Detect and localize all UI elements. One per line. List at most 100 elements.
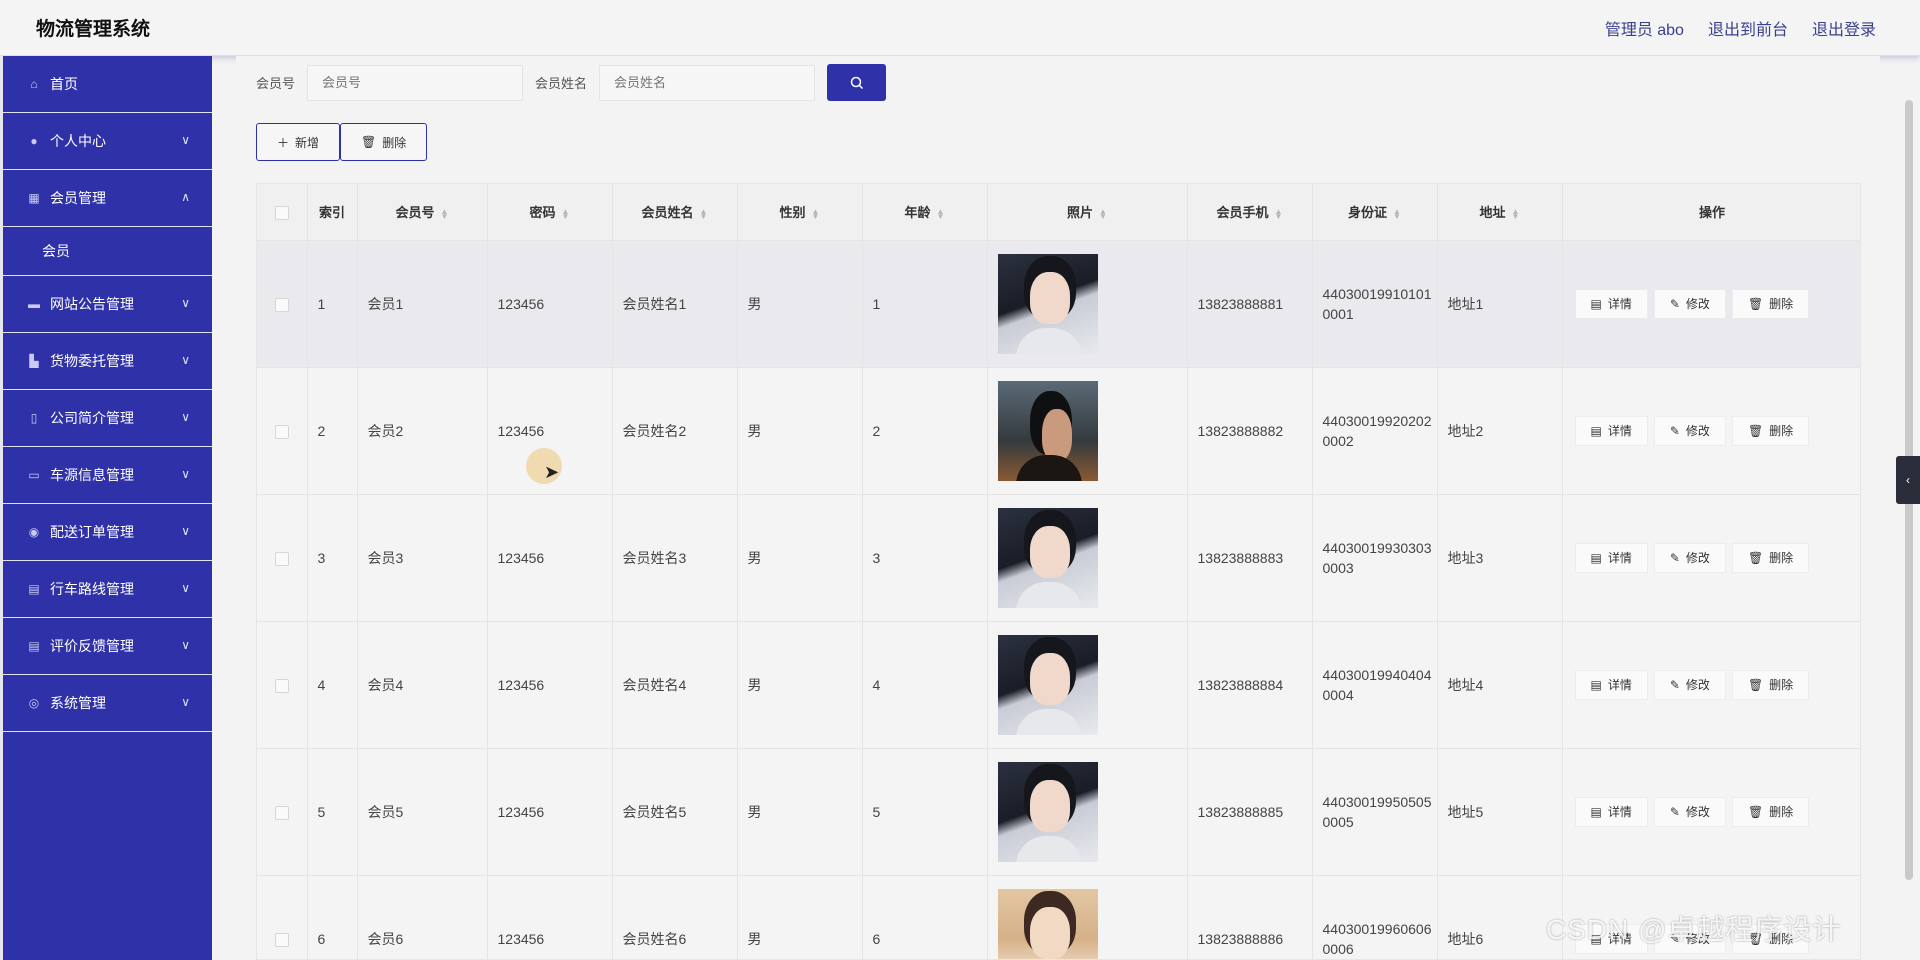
row-delete-button[interactable]: 🗑 删除	[1731, 669, 1810, 700]
row-checkbox[interactable]	[274, 932, 289, 947]
cell-member-name: 会员姓名3	[612, 494, 738, 622]
cell-member-name: 会员姓名2	[612, 367, 738, 495]
select-all-checkbox[interactable]	[274, 205, 289, 220]
sidebar-item-announcement[interactable]: ▬ 网站公告管理 ∨	[0, 276, 212, 333]
member-photo[interactable]	[997, 507, 1098, 608]
member-photo[interactable]	[997, 888, 1098, 959]
current-user-label[interactable]: 管理员 abo	[1605, 16, 1684, 40]
sidebar-item-system[interactable]: ◎ 系统管理 ∨	[0, 675, 212, 732]
cell-age: 6	[862, 875, 988, 959]
sort-icon[interactable]: ▲ ▼	[1512, 207, 1520, 220]
sort-icon[interactable]: ▲ ▼	[1393, 207, 1401, 220]
edit-button[interactable]: ✎ 修改	[1653, 542, 1726, 573]
edit-button[interactable]: ✎ 修改	[1653, 415, 1726, 446]
cell-id-card: 440300199202020002	[1312, 367, 1438, 495]
row-delete-button[interactable]: 🗑 删除	[1731, 415, 1810, 446]
edit-icon: ✎	[1669, 677, 1680, 692]
column-header-photo[interactable]: 照片 ▲ ▼	[987, 184, 1188, 241]
cell-age: 2	[862, 367, 988, 495]
row-delete-button[interactable]: 🗑 删除	[1731, 288, 1810, 319]
row-delete-button[interactable]: 🗑 删除	[1731, 796, 1810, 827]
add-button[interactable]: ＋ 新增	[256, 123, 341, 161]
document-icon: ▤	[1590, 804, 1602, 819]
sidebar-item-vehicle[interactable]: ▭ 车源信息管理 ∨	[0, 447, 212, 504]
edit-icon: ✎	[1669, 804, 1680, 819]
cell-gender: 男	[737, 494, 863, 622]
delete-button[interactable]: 🗑 删除	[340, 123, 428, 161]
edit-button[interactable]: ✎ 修改	[1653, 288, 1726, 319]
edit-button[interactable]: ✎ 修改	[1653, 796, 1726, 827]
row-checkbox[interactable]	[274, 678, 289, 693]
sort-icon[interactable]: ▲ ▼	[562, 207, 570, 220]
back-to-front-link[interactable]: 退出到前台	[1708, 16, 1788, 40]
row-delete-button[interactable]: 🗑 删除	[1731, 542, 1810, 573]
sidebar-subitem-member[interactable]: 会员	[0, 227, 212, 276]
cell-password: 123456	[487, 494, 613, 622]
select-all-checkbox-cell	[257, 184, 308, 241]
chevron-down-icon: ∨	[181, 133, 190, 147]
column-header-gender[interactable]: 性别 ▲ ▼	[737, 184, 863, 241]
sort-icon[interactable]: ▲ ▼	[441, 207, 449, 220]
collapse-panel-button[interactable]: ‹	[1896, 456, 1920, 504]
cell-address: 地址4	[1437, 621, 1563, 749]
detail-button[interactable]: ▤ 详情	[1574, 796, 1648, 827]
chevron-down-icon: ∨	[181, 410, 190, 424]
row-checkbox[interactable]	[274, 297, 289, 312]
column-header-age[interactable]: 年龄 ▲ ▼	[862, 184, 988, 241]
member-photo[interactable]	[997, 253, 1098, 354]
member-name-label: 会员姓名	[535, 76, 588, 91]
member-name-input[interactable]	[599, 64, 816, 101]
sidebar-item-feedback[interactable]: ▤ 评价反馈管理 ∨	[0, 618, 212, 675]
delete-button-label: 删除	[382, 135, 407, 150]
row-checkbox[interactable]	[274, 805, 289, 820]
sidebar-item-delivery[interactable]: ◉ 配送订单管理 ∨	[0, 504, 212, 561]
member-photo[interactable]	[997, 634, 1098, 735]
sort-icon[interactable]: ▲ ▼	[1099, 207, 1107, 220]
member-photo[interactable]	[997, 380, 1098, 481]
cell-gender: 男	[737, 240, 863, 368]
sidebar-item-cargo[interactable]: ▙ 货物委托管理 ∨	[0, 333, 212, 390]
row-checkbox[interactable]	[274, 551, 289, 566]
table-row[interactable]: 5 会员5 123456 会员姓名5 男 5 13823888885 44030…	[257, 748, 1860, 876]
member-no-input[interactable]	[307, 64, 524, 101]
sidebar-item-personal-center[interactable]: ● 个人中心 ∨	[0, 113, 212, 170]
detail-button[interactable]: ▤ 详情	[1574, 542, 1648, 573]
logout-link[interactable]: 退出登录	[1812, 16, 1876, 40]
chevron-down-icon: ∨	[181, 353, 190, 367]
table-row[interactable]: 4 会员4 123456 会员姓名4 男 4 13823888884 44030…	[257, 621, 1860, 749]
sidebar-item-label: 配送订单管理	[50, 524, 134, 540]
cell-index: 2	[307, 367, 358, 495]
sidebar-item-route[interactable]: ▤ 行车路线管理 ∨	[0, 561, 212, 618]
sidebar-item-member-management[interactable]: ▦ 会员管理 ∧	[0, 170, 212, 227]
sort-icon[interactable]: ▲ ▼	[1275, 207, 1283, 220]
sidebar-item-company[interactable]: ▯ 公司简介管理 ∨	[0, 390, 212, 447]
edit-button[interactable]: ✎ 修改	[1653, 669, 1726, 700]
sidebar-item-home[interactable]: ⌂ 首页	[0, 56, 212, 113]
detail-button[interactable]: ▤ 详情	[1574, 288, 1648, 319]
sort-icon[interactable]: ▲ ▼	[812, 207, 820, 220]
chat-icon: ▭	[28, 468, 40, 482]
column-header-address[interactable]: 地址 ▲ ▼	[1437, 184, 1563, 241]
column-header-phone[interactable]: 会员手机 ▲ ▼	[1187, 184, 1313, 241]
table-row[interactable]: 1 会员1 123456 会员姓名1 男 1 13823888881 44030…	[257, 240, 1860, 368]
row-checkbox[interactable]	[274, 424, 289, 439]
cell-member-name: 会员姓名5	[612, 748, 738, 876]
column-header-id-card[interactable]: 身份证 ▲ ▼	[1312, 184, 1438, 241]
sort-icon[interactable]: ▲ ▼	[700, 207, 708, 220]
cell-actions: ▤ 详情 ✎ 修改 🗑 删除	[1562, 240, 1860, 368]
sort-icon[interactable]: ▲ ▼	[937, 207, 945, 220]
cell-photo	[987, 621, 1188, 749]
detail-button[interactable]: ▤ 详情	[1574, 669, 1648, 700]
column-header-password[interactable]: 密码 ▲ ▼	[487, 184, 613, 241]
search-button[interactable]	[827, 64, 887, 101]
column-header-member-no[interactable]: 会员号 ▲ ▼	[357, 184, 488, 241]
chevron-up-icon: ∧	[181, 190, 190, 204]
table-row[interactable]: 3 会员3 123456 会员姓名3 男 3 13823888883 44030…	[257, 494, 1860, 622]
plus-icon: ＋	[277, 135, 290, 150]
member-table: 索引 会员号 ▲ ▼ 密码 ▲ ▼ 会员姓名 ▲ ▼ 性别 ▲ ▼ 年龄 ▲ ▼ 照片 ▲ ▼ 会员手机…	[256, 183, 1861, 960]
column-header-member-name[interactable]: 会员姓名 ▲ ▼	[612, 184, 738, 241]
grid-icon: ▦	[28, 191, 40, 205]
table-row[interactable]: 2 会员2 123456 会员姓名2 男 2 13823888882 44030…	[257, 367, 1860, 495]
detail-button[interactable]: ▤ 详情	[1574, 415, 1648, 446]
member-photo[interactable]	[997, 761, 1098, 862]
